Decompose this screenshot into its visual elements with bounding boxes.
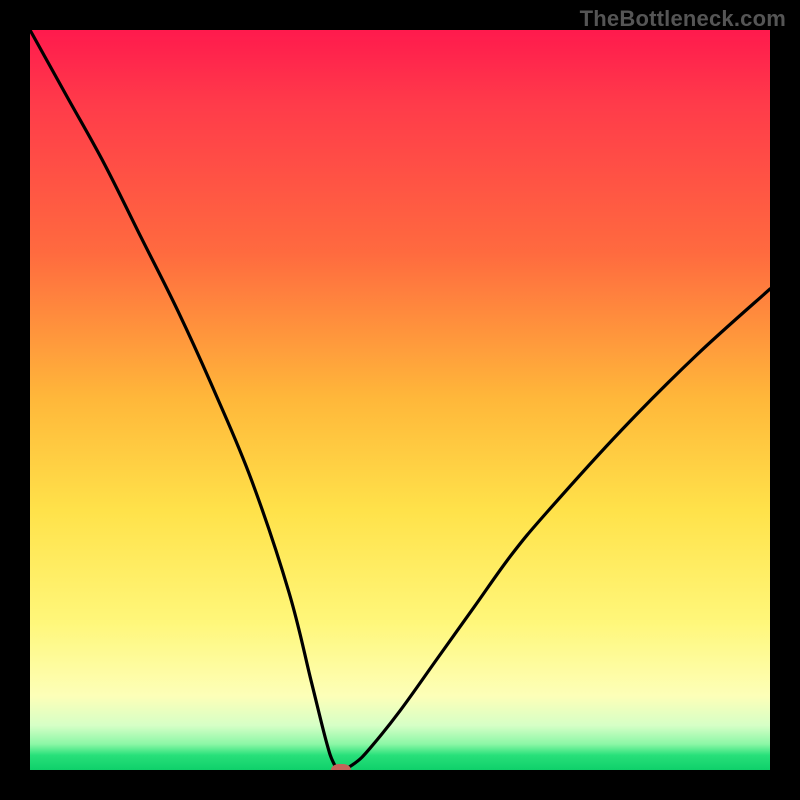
chart-frame: TheBottleneck.com	[0, 0, 800, 800]
bottleneck-curve	[30, 30, 770, 770]
watermark-text: TheBottleneck.com	[580, 6, 786, 32]
optimal-marker	[331, 764, 351, 770]
plot-area	[30, 30, 770, 770]
